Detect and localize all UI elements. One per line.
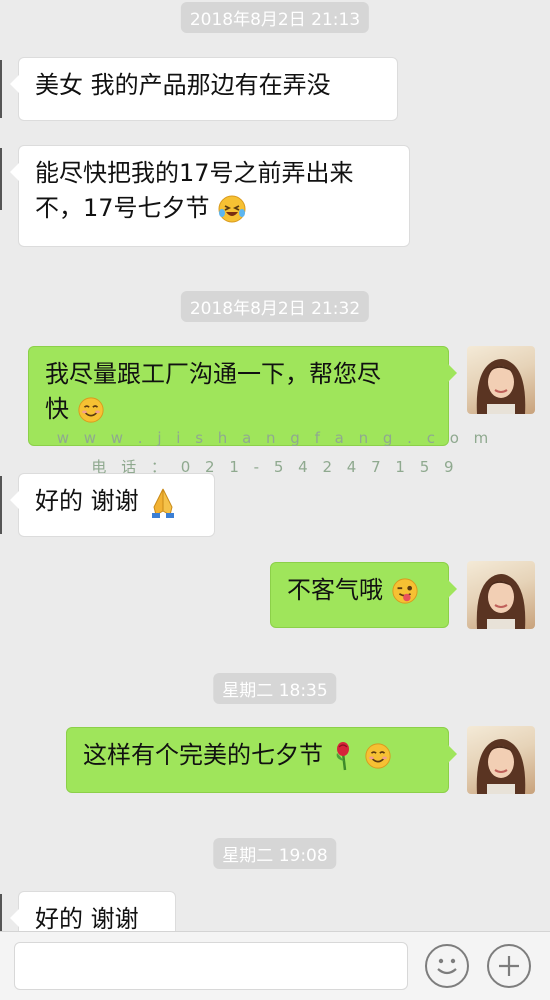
user-avatar[interactable] — [467, 561, 535, 629]
left-edge-divider — [0, 894, 2, 931]
message-sent[interactable]: 这样有个完美的七夕节 — [66, 727, 457, 793]
message-text: 好的 谢谢 — [35, 905, 139, 933]
watermark-url: w w w . j i s h a n g f a n g . c o m — [56, 429, 494, 447]
input-bar — [0, 931, 550, 1000]
plus-icon — [499, 956, 519, 976]
avatar-photo-icon — [476, 739, 526, 794]
timestamp: 2018年8月2日 21:13 — [180, 2, 370, 33]
message-text: 这样有个完美的七夕节 — [83, 741, 323, 769]
message-text: 快 — [45, 395, 69, 423]
message-received[interactable]: 好的 谢谢 — [10, 473, 215, 537]
user-avatar[interactable] — [467, 726, 535, 794]
avatar-photo-icon — [476, 574, 526, 629]
left-edge-divider — [0, 60, 2, 118]
plus-button[interactable] — [487, 944, 531, 988]
message-input[interactable] — [14, 942, 408, 990]
message-text: 不客气哦 — [287, 576, 383, 604]
laughing-crying-emoji-icon — [218, 195, 246, 223]
emoji-icon — [437, 958, 457, 975]
timestamp: 星期二 18:35 — [213, 673, 337, 704]
left-edge-divider — [0, 148, 2, 210]
message-received[interactable]: 能尽快把我的17号之前弄出来 不，17号七夕节 — [10, 145, 410, 247]
smiling-emoji-icon — [78, 397, 104, 423]
message-sent[interactable]: 不客气哦 — [270, 562, 457, 628]
avatar-photo-icon — [476, 359, 526, 414]
message-text: 我尽量跟工厂沟通一下，帮您尽 — [45, 360, 381, 388]
message-text: 不，17号七夕节 — [35, 194, 210, 222]
emoji-button[interactable] — [425, 944, 469, 988]
message-text: 美女 我的产品那边有在弄没 — [35, 71, 331, 99]
smiling-emoji-icon — [365, 743, 391, 769]
user-avatar[interactable] — [467, 346, 535, 414]
message-text: 能尽快把我的17号之前弄出来 — [35, 159, 354, 187]
praying-hands-emoji-icon — [152, 488, 175, 518]
left-edge-divider — [0, 476, 2, 534]
message-received[interactable]: 美女 我的产品那边有在弄没 — [10, 57, 398, 121]
rose-emoji-icon — [336, 742, 349, 771]
timestamp: 星期二 19:08 — [213, 838, 337, 869]
winking-tongue-emoji-icon — [392, 578, 418, 604]
message-text: 好的 谢谢 — [35, 487, 139, 515]
timestamp: 2018年8月2日 21:32 — [180, 291, 370, 322]
